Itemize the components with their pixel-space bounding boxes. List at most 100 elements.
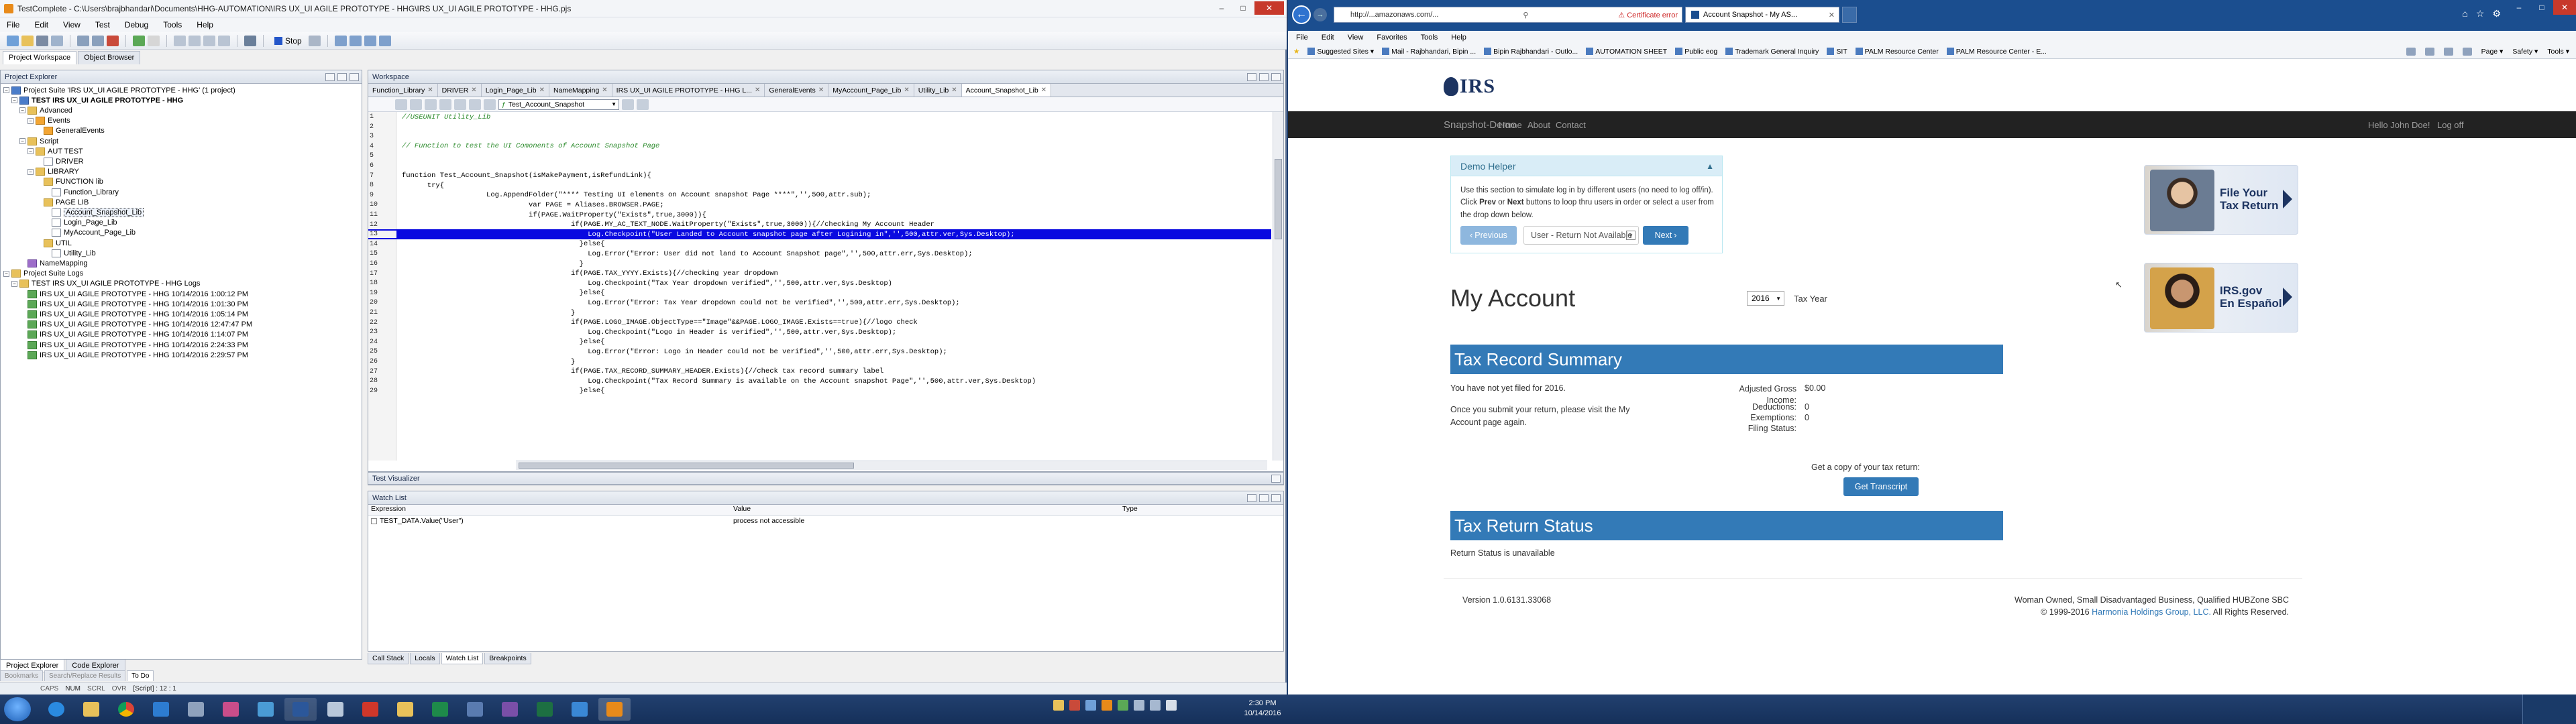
wl-close-icon[interactable] <box>1271 493 1281 502</box>
collapse-toggle-icon[interactable]: − <box>28 168 34 175</box>
tab-object-browser[interactable]: Object Browser <box>78 51 141 64</box>
ie-menu-tools[interactable]: Tools <box>1421 34 1438 42</box>
code-line[interactable]: 16 } <box>368 259 1271 269</box>
taskbar-pdf[interactable] <box>354 698 386 721</box>
tree-node[interactable]: PAGE LIB <box>36 197 89 207</box>
tab-close-icon[interactable]: ✕ <box>427 86 433 94</box>
indent-icon[interactable] <box>439 99 451 110</box>
save-all-icon[interactable] <box>51 35 63 46</box>
tree-node[interactable]: IRS UX_UI AGILE PROTOTYPE - HHG 10/14/20… <box>19 350 248 360</box>
start-button[interactable] <box>4 697 31 721</box>
favorite-link[interactable]: Trademark General Inquiry <box>1725 48 1819 56</box>
tree-node[interactable]: IRS UX_UI AGILE PROTOTYPE - HHG 10/14/20… <box>19 299 248 309</box>
code-line[interactable]: 4 // Function to test the UI Comonents of… <box>368 141 1271 152</box>
tree-node[interactable]: Utility_Lib <box>44 248 96 258</box>
tree-node[interactable]: IRS UX_UI AGILE PROTOTYPE - HHG 10/14/20… <box>19 330 248 340</box>
favorites-star-icon[interactable]: ☆ <box>2476 8 2485 19</box>
taskbar-excel[interactable] <box>529 698 561 721</box>
tree-node[interactable]: IRS UX_UI AGILE PROTOTYPE - HHG 10/14/20… <box>19 289 248 299</box>
nav-contact[interactable]: Contact <box>1556 120 1586 130</box>
forward-button[interactable]: → <box>1313 8 1327 21</box>
find-icon[interactable] <box>484 99 496 110</box>
code-line[interactable]: 19 }else{ <box>368 288 1271 298</box>
tree-node[interactable]: − Project Suite 'IRS UX_UI AGILE PROTOTYP… <box>3 85 235 95</box>
menu-tools[interactable]: Tools <box>163 20 182 29</box>
tree-node[interactable]: − AUT TEST <box>28 146 83 156</box>
favorite-link[interactable]: Bipin Rajbhandari - Outlo... <box>1484 48 1578 56</box>
watch-checkbox[interactable] <box>371 518 377 524</box>
col-expression[interactable]: Expression <box>368 505 731 515</box>
favorite-link[interactable]: Mail - Rajbhandari, Bipin ... <box>1382 48 1476 56</box>
panel-options-icon[interactable] <box>325 72 335 81</box>
favorite-link[interactable]: PALM Resource Center <box>1855 48 1939 56</box>
tree-node[interactable]: UTIL <box>36 238 72 248</box>
collapse-toggle-icon[interactable]: − <box>19 107 25 114</box>
code-line[interactable]: 7 function Test_Account_Snapshot(isMakePa… <box>368 171 1271 181</box>
stop-button[interactable]: Stop <box>270 36 306 46</box>
menu-file[interactable]: File <box>7 20 19 29</box>
watch-row[interactable]: TEST_DATA.Value("User") process not acce… <box>368 516 1283 526</box>
step-icon[interactable] <box>308 35 321 46</box>
redo-icon[interactable] <box>92 35 104 46</box>
tab-project-workspace[interactable]: Project Workspace <box>3 51 77 64</box>
code-vertical-scrollbar[interactable] <box>1273 112 1283 461</box>
user-select[interactable]: User - Return Not Available ▼ <box>1523 226 1639 245</box>
clock[interactable]: 2:30 PM 10/14/2016 <box>1241 699 1284 719</box>
workspace-options-icon[interactable] <box>1247 72 1256 81</box>
code-line[interactable]: 29 }else{ <box>368 386 1271 396</box>
code-line[interactable]: 13 Log.Checkpoint("User Landed to Accoun… <box>368 229 1271 240</box>
ie-maximize-button[interactable]: □ <box>2530 0 2553 15</box>
tree-node[interactable]: − TEST IRS UX_UI AGILE PROTOTYPE - HHG Lo… <box>11 279 200 289</box>
save-icon[interactable] <box>36 35 48 46</box>
code-line[interactable]: 3 <box>368 131 1271 141</box>
code-horizontal-scrollbar[interactable] <box>516 461 1267 470</box>
log-off-link[interactable]: Log off <box>2437 120 2464 130</box>
favorite-link[interactable]: AUTOMATION SHEET <box>1586 48 1667 56</box>
tab-close-icon[interactable]: ✕ <box>539 86 545 94</box>
ie-menu-view[interactable]: View <box>1348 34 1364 42</box>
home-icon[interactable] <box>2406 48 2416 56</box>
code-line[interactable]: 28 Log.Checkpoint("Tax Record Summary is… <box>368 376 1271 386</box>
favorite-link[interactable]: Suggested Sites ▾ <box>1307 48 1374 56</box>
code-line[interactable]: 2 <box>368 122 1271 132</box>
favorite-link[interactable]: SIT <box>1827 48 1847 56</box>
irs-espanol-promo[interactable]: IRS.gov En Español <box>2144 263 2298 333</box>
menu-edit[interactable]: Edit <box>34 20 48 29</box>
code-line[interactable]: 24 }else{ <box>368 337 1271 347</box>
tree-node[interactable]: IRS UX_UI AGILE PROTOTYPE - HHG 10/14/20… <box>19 340 248 350</box>
irs-logo[interactable]: IRS <box>1444 75 1495 98</box>
code-line[interactable]: 20 Log.Error("Error: Tax Year dropdown c… <box>368 298 1271 308</box>
code-line[interactable]: 26 } <box>368 357 1271 367</box>
tab-close-icon[interactable]: ✕ <box>602 86 607 94</box>
tree-node[interactable]: IRS UX_UI AGILE PROTOTYPE - HHG 10/14/20… <box>19 320 252 330</box>
object-spy-icon[interactable] <box>189 35 201 46</box>
taskbar-app13[interactable] <box>459 698 491 721</box>
favorite-link[interactable]: Public eog <box>1675 48 1717 56</box>
taskbar-outlook-folder[interactable] <box>389 698 421 721</box>
code-line[interactable]: 12 if(PAGE.MY_AC_TEXT_NODE.WaitProperty(… <box>368 220 1271 230</box>
code-line[interactable]: 25 Log.Error("Error: Logo in Header coul… <box>368 347 1271 357</box>
bookmark-icon[interactable] <box>454 99 466 110</box>
code-editor[interactable]: 1//USEUNIT Utility_Lib 2 3 4// Function to … <box>368 112 1271 461</box>
code-line[interactable]: 11 if(PAGE.WaitProperty("Exists",true,30… <box>368 210 1271 220</box>
routine-selector[interactable]: ƒ Test_Account_Snapshot ▼ <box>498 99 619 110</box>
print-icon[interactable] <box>2462 48 2472 56</box>
tree-node[interactable]: DRIVER <box>36 156 84 166</box>
taskbar-explorer[interactable] <box>75 698 107 721</box>
tab-close-icon[interactable]: ✕ <box>1041 86 1046 94</box>
workspace-close-icon[interactable] <box>1271 72 1281 81</box>
script-run-icon[interactable] <box>637 99 649 110</box>
previous-button[interactable]: ‹ Previous <box>1460 226 1517 245</box>
ie-menu-edit[interactable]: Edit <box>1322 34 1334 42</box>
editor-tab[interactable]: Function_Library ✕ <box>368 84 438 97</box>
code-line[interactable]: 18 Log.Checkpoint("Tax Year dropdown ver… <box>368 278 1271 288</box>
tree-node[interactable]: Account_Snapshot_Lib <box>44 207 144 217</box>
window-icon[interactable] <box>349 35 362 46</box>
taskbar-word[interactable] <box>284 698 317 721</box>
tax-year-select[interactable]: 2016 ▼ <box>1747 291 1784 306</box>
col-value[interactable]: Value <box>731 505 1120 515</box>
tree-node[interactable]: − Project Suite Logs <box>3 269 83 279</box>
nav-back-icon[interactable] <box>395 99 407 110</box>
harmonia-link[interactable]: Harmonia Holdings Group, LLC. <box>2092 607 2211 617</box>
taskbar-ie[interactable] <box>40 698 72 721</box>
